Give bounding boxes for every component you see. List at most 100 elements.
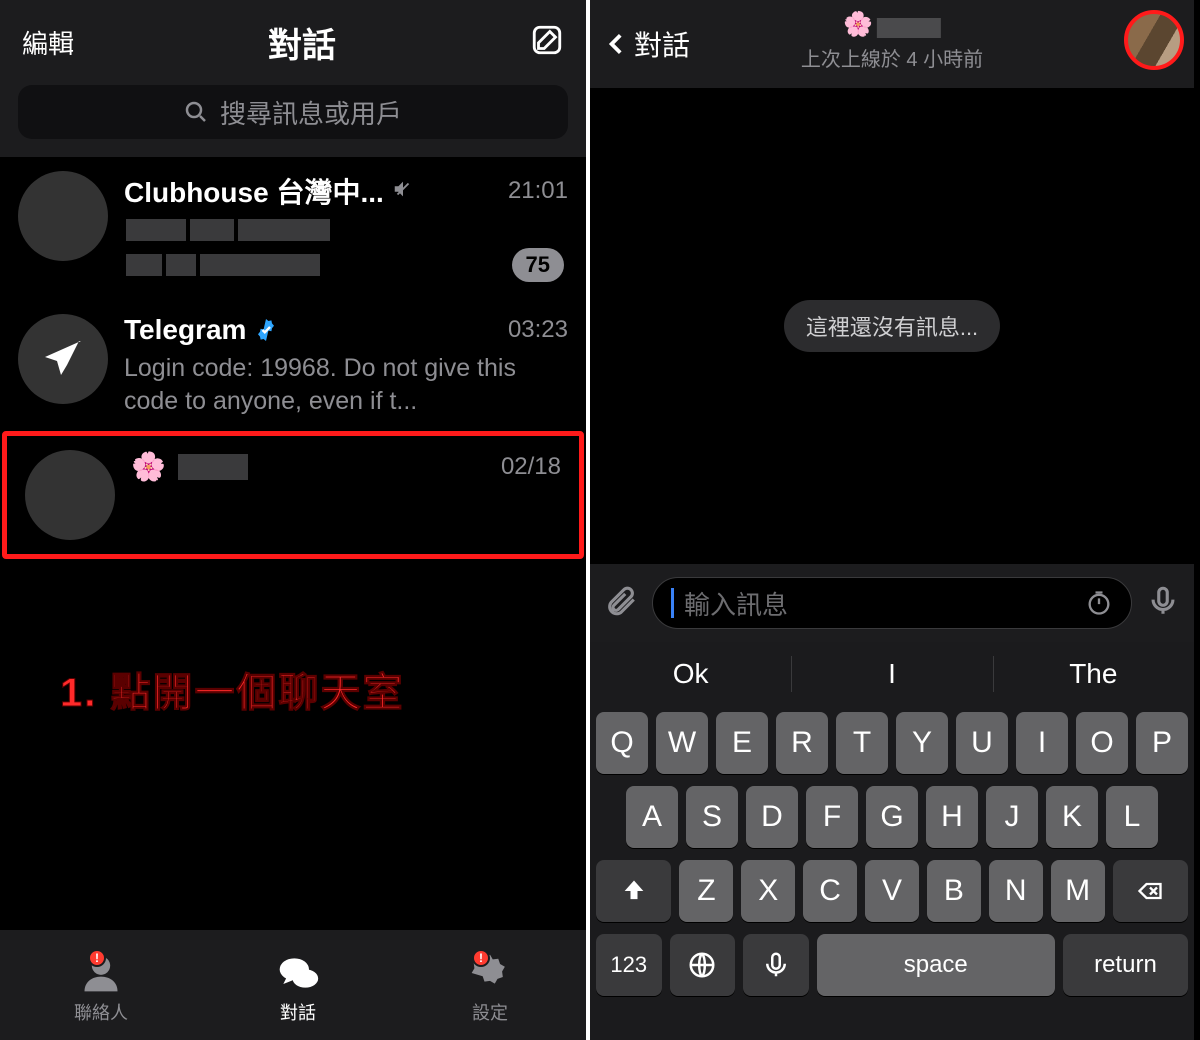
chat-time: 21:01	[508, 177, 568, 205]
key-z[interactable]: Z	[679, 860, 733, 922]
key-d[interactable]: D	[746, 786, 798, 848]
key-r[interactable]: R	[776, 712, 828, 774]
chat-time: 02/18	[501, 453, 561, 481]
key-i[interactable]: I	[1016, 712, 1068, 774]
key-row-4: 123 space return	[590, 928, 1194, 1006]
key-l[interactable]: L	[1106, 786, 1158, 848]
globe-icon	[687, 950, 717, 980]
key-j[interactable]: J	[986, 786, 1038, 848]
back-button[interactable]: 對話	[604, 24, 690, 64]
avatar	[18, 171, 108, 261]
key-g[interactable]: G	[866, 786, 918, 848]
unread-badge: 75	[512, 248, 564, 282]
alert-dot	[88, 949, 106, 967]
key-h[interactable]: H	[926, 786, 978, 848]
search-icon	[184, 100, 208, 124]
key-e[interactable]: E	[716, 712, 768, 774]
suggestion-bar: Ok I The	[590, 642, 1194, 706]
contact-name-redacted	[877, 18, 941, 38]
key-backspace[interactable]	[1113, 860, 1188, 922]
key-row-2: A S D F G H J K L	[590, 780, 1194, 854]
chat-list-header: 編輯 對話	[0, 0, 586, 75]
chevron-left-icon	[604, 27, 630, 61]
chats-icon	[276, 951, 320, 995]
message-area[interactable]: 這裡還沒有訊息...	[590, 88, 1194, 564]
search-placeholder: 搜尋訊息或用戶	[220, 94, 402, 131]
key-row-3: Z X C V B N M	[590, 854, 1194, 928]
key-dictation[interactable]	[743, 934, 809, 996]
message-placeholder: 輸入訊息	[684, 585, 1075, 622]
back-label: 對話	[634, 24, 690, 64]
key-x[interactable]: X	[741, 860, 795, 922]
attach-icon[interactable]	[604, 584, 638, 623]
annotation-step-1: 1. 點開一個聊天室	[60, 660, 404, 718]
tab-contacts[interactable]: 聯絡人	[74, 951, 128, 1025]
conversation-screen: 對話 🌸 上次上線於 4 小時前 2. 這裡還沒有訊息... 輸入訊息 Ok I…	[590, 0, 1194, 1040]
chat-name-redacted	[178, 454, 248, 480]
muted-icon	[392, 178, 414, 205]
suggestion[interactable]: Ok	[590, 642, 791, 706]
key-f[interactable]: F	[806, 786, 858, 848]
key-y[interactable]: Y	[896, 712, 948, 774]
avatar	[18, 314, 108, 404]
key-u[interactable]: U	[956, 712, 1008, 774]
key-o[interactable]: O	[1076, 712, 1128, 774]
key-t[interactable]: T	[836, 712, 888, 774]
chat-row-highlighted[interactable]: 🌸 02/18	[2, 431, 584, 559]
message-input[interactable]: 輸入訊息	[652, 577, 1132, 629]
suggestion[interactable]: The	[993, 642, 1194, 706]
key-c[interactable]: C	[803, 860, 857, 922]
chat-time: 03:23	[508, 316, 568, 344]
contact-emoji: 🌸	[843, 11, 873, 38]
last-seen-status: 上次上線於 4 小時前	[801, 43, 983, 72]
tab-chats[interactable]: 對話	[276, 951, 320, 1025]
key-q[interactable]: Q	[596, 712, 648, 774]
key-p[interactable]: P	[1136, 712, 1188, 774]
key-k[interactable]: K	[1046, 786, 1098, 848]
key-b[interactable]: B	[927, 860, 981, 922]
key-globe[interactable]	[670, 934, 736, 996]
chat-list-screen: 編輯 對話 搜尋訊息或用戶 Clubhouse 台灣中... 21:01	[0, 0, 590, 1040]
chat-list: Clubhouse 台灣中... 21:01 75 Telegram	[0, 157, 586, 559]
key-w[interactable]: W	[656, 712, 708, 774]
contact-avatar-highlighted[interactable]	[1124, 10, 1184, 70]
conversation-header: 對話 🌸 上次上線於 4 小時前	[590, 0, 1194, 88]
chat-name: Clubhouse 台灣中...	[124, 171, 384, 211]
tab-label: 設定	[472, 999, 508, 1025]
key-space[interactable]: space	[817, 934, 1055, 996]
chat-preview: Login code: 19968. Do not give this code…	[124, 352, 568, 417]
alert-dot	[472, 949, 490, 967]
contact-title[interactable]: 🌸 上次上線於 4 小時前	[801, 10, 983, 72]
keyboard: Ok I The Q W E R T Y U I O P A S D F G H…	[590, 642, 1194, 1040]
key-123[interactable]: 123	[596, 934, 662, 996]
edit-button[interactable]: 編輯	[22, 24, 74, 61]
mic-icon	[761, 950, 791, 980]
chat-row[interactable]: Clubhouse 台灣中... 21:01 75	[0, 157, 586, 300]
tab-bar: 聯絡人 對話 設定	[0, 930, 586, 1040]
verified-icon	[254, 318, 278, 342]
search-input[interactable]: 搜尋訊息或用戶	[18, 85, 568, 139]
key-s[interactable]: S	[686, 786, 738, 848]
tab-label: 對話	[280, 999, 316, 1025]
message-input-bar: 輸入訊息	[590, 564, 1194, 642]
empty-conversation-label: 這裡還沒有訊息...	[784, 300, 1000, 352]
key-n[interactable]: N	[989, 860, 1043, 922]
key-v[interactable]: V	[865, 860, 919, 922]
chat-name: Telegram	[124, 314, 246, 346]
suggestion[interactable]: I	[791, 642, 992, 706]
key-m[interactable]: M	[1051, 860, 1105, 922]
chat-preview	[124, 217, 568, 286]
key-a[interactable]: A	[626, 786, 678, 848]
timer-icon[interactable]	[1085, 589, 1113, 617]
key-return[interactable]: return	[1063, 934, 1188, 996]
chat-name-emoji: 🌸	[131, 450, 166, 483]
mic-icon[interactable]	[1146, 584, 1180, 623]
shift-icon	[620, 877, 648, 905]
key-row-1: Q W E R T Y U I O P	[590, 706, 1194, 780]
key-shift[interactable]	[596, 860, 671, 922]
chat-row[interactable]: Telegram 03:23 Login code: 19968. Do not…	[0, 300, 586, 431]
header-title: 對話	[268, 18, 336, 67]
compose-icon[interactable]	[530, 23, 564, 62]
tab-settings[interactable]: 設定	[468, 951, 512, 1025]
backspace-icon	[1133, 877, 1167, 905]
